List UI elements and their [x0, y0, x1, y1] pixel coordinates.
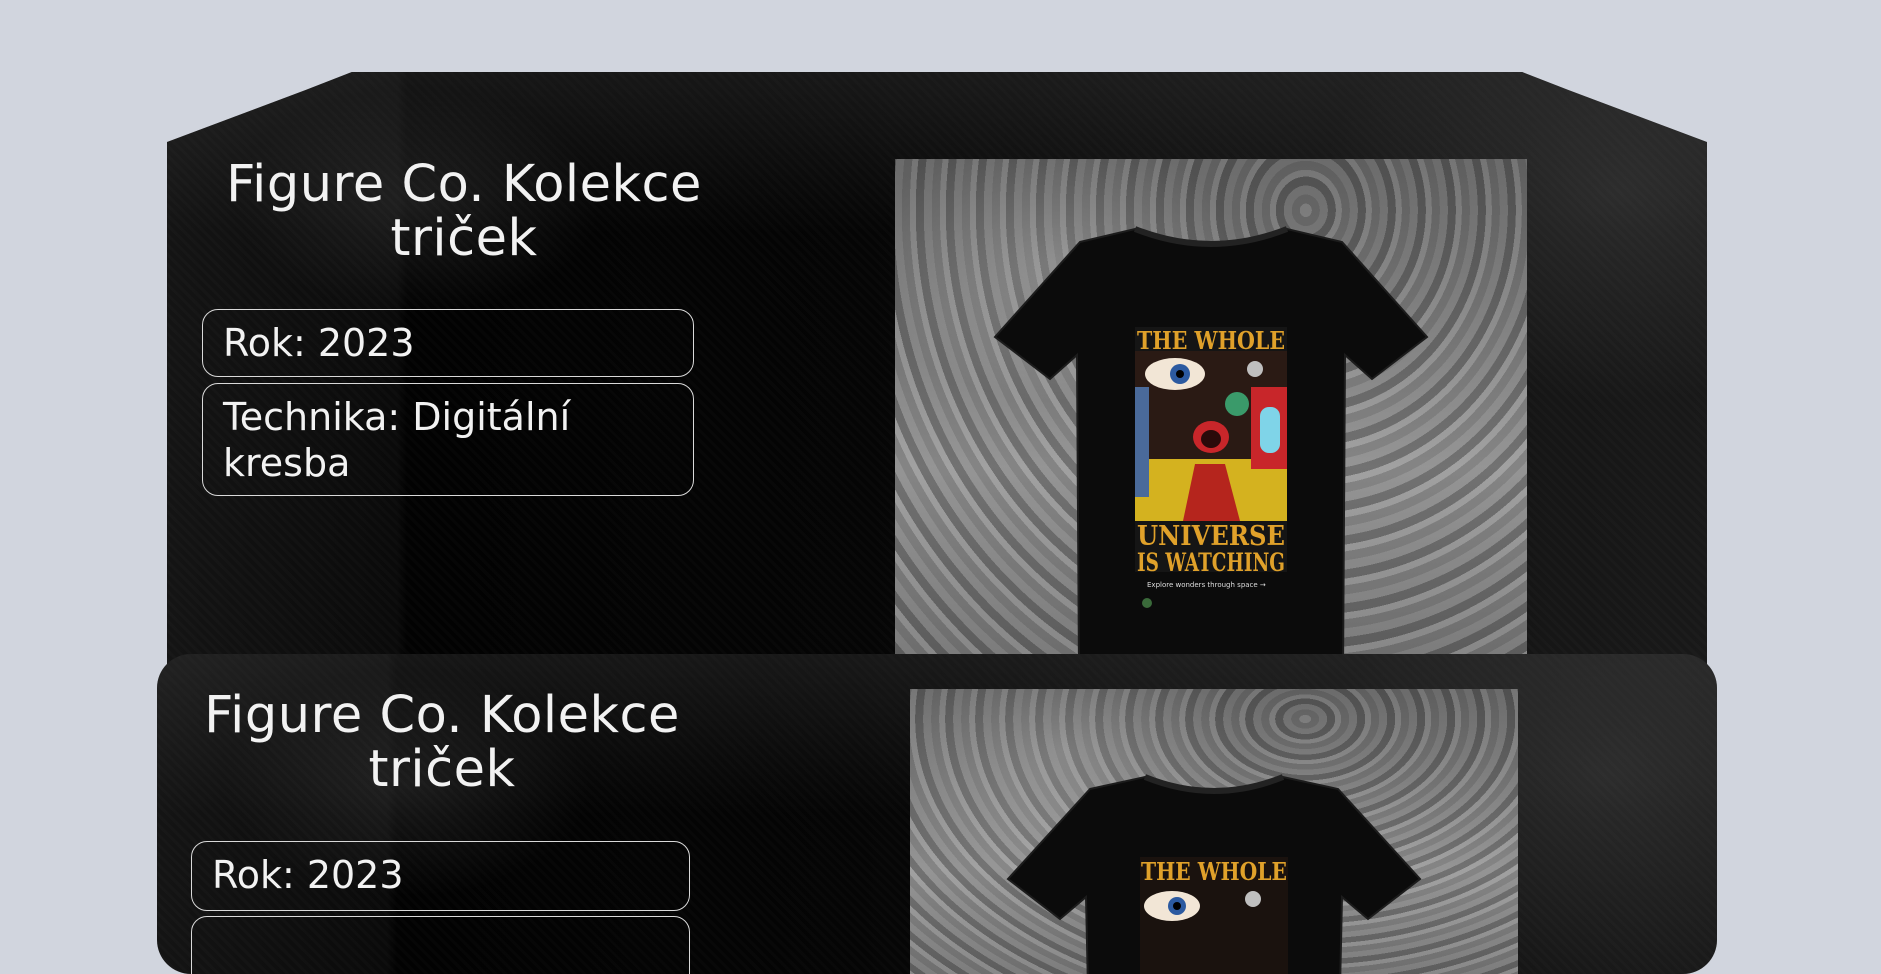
tshirt-image: THE WHOLE UNIVERSE IS WATCHING Explore w…: [993, 226, 1429, 672]
print-line1: THE WHOLE: [1141, 857, 1287, 886]
card-title-line1: Figure Co. Kolekce: [204, 686, 680, 745]
card-title: Figure Co. Kolekce triček: [204, 158, 724, 266]
tshirt-photo: THE WHOLE UNIVERSE IS WATCHING Explore w…: [895, 159, 1527, 672]
year-label: Rok: 2023: [223, 321, 415, 365]
year-box: Rok: 2023: [191, 841, 690, 911]
card-title-line2: triček: [390, 209, 538, 268]
technique-label: Technika: Digitální kresba: [223, 395, 571, 485]
artwork-card-2: Figure Co. Kolekce triček Rok: 2023 THE …: [157, 654, 1717, 974]
card-title: Figure Co. Kolekce triček: [192, 689, 692, 797]
year-box: Rok: 2023: [202, 309, 694, 377]
print-line1: THE WHOLE: [1137, 326, 1285, 355]
technique-box: Technika: Digitální kresba: [202, 383, 694, 496]
artwork-card: Figure Co. Kolekce triček Rok: 2023 Tech…: [167, 72, 1707, 672]
card-title-line2: triček: [368, 740, 516, 799]
tshirt-image: THE WHOLE: [1006, 774, 1422, 974]
technique-box: [191, 916, 690, 974]
year-label: Rok: 2023: [212, 853, 404, 897]
print-caption: Explore wonders through space →: [1147, 581, 1266, 589]
tshirt-photo: THE WHOLE: [910, 689, 1518, 974]
print-line3: IS WATCHING: [1137, 548, 1285, 577]
card-title-line1: Figure Co. Kolekce: [226, 155, 702, 214]
